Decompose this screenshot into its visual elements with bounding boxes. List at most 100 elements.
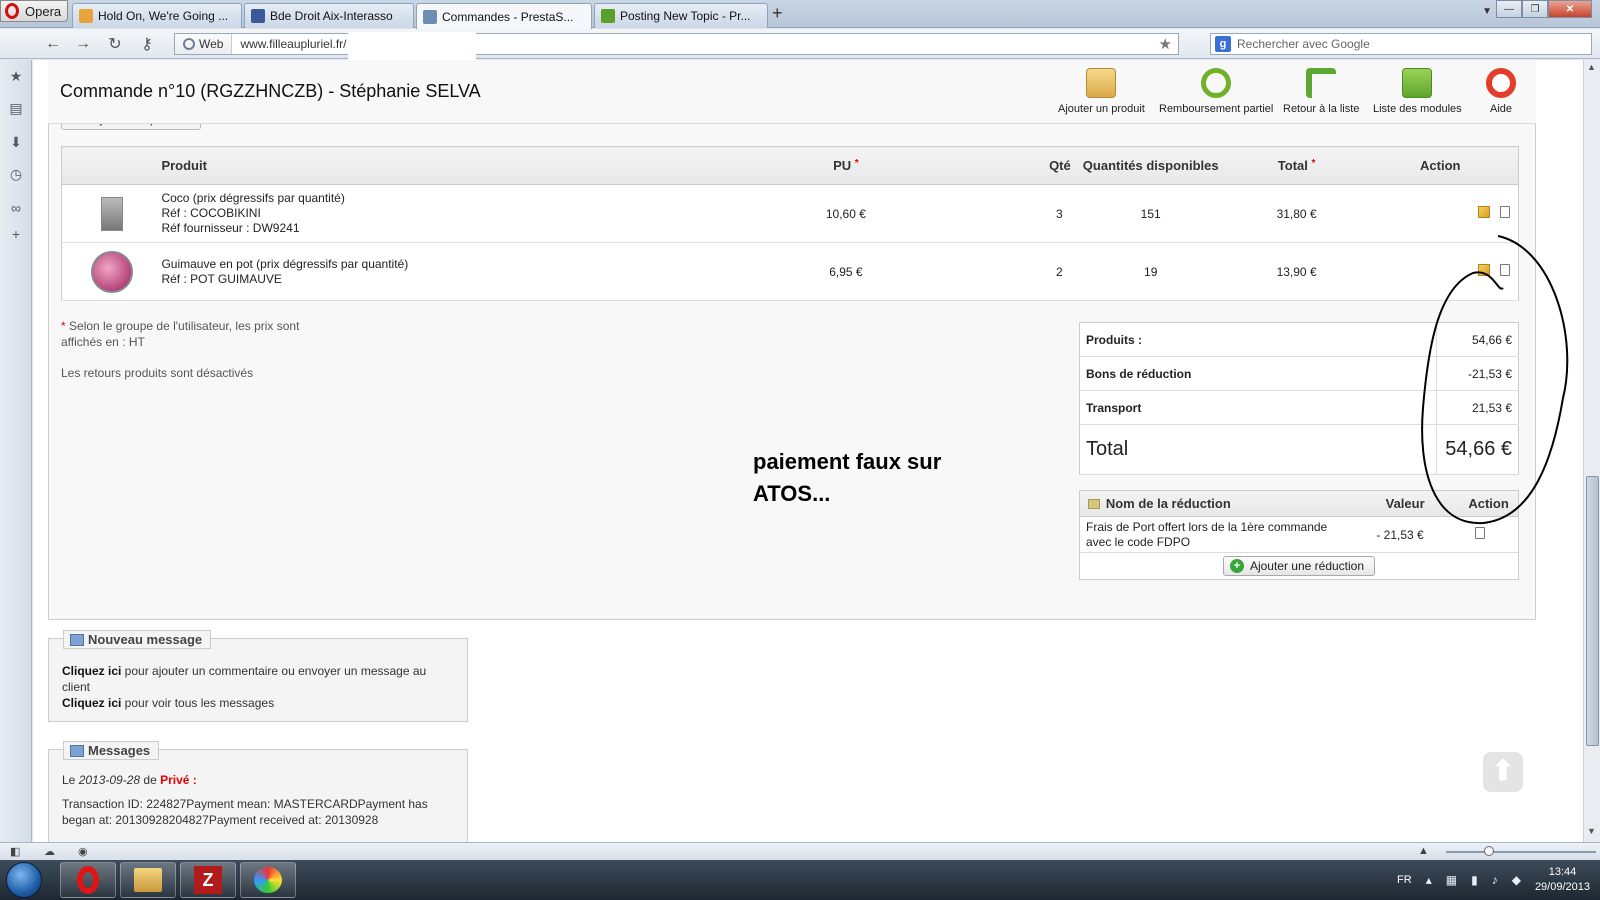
bookmark-star-icon[interactable]: ★: [1159, 35, 1172, 53]
address-toolbar: ← → ↻ ⚷ Web www.filleaupluriel.fr/ ★ g R…: [0, 29, 1600, 59]
page-scrollbar[interactable]: ▲ ▼: [1583, 60, 1600, 842]
scroll-up-icon[interactable]: ▲: [1587, 62, 1596, 72]
tab-label: Posting New Topic - Pr...: [620, 9, 751, 23]
browser-tab-2[interactable]: Bde Droit Aix-Interasso: [244, 3, 414, 28]
product-name: Guimauve en pot (prix dégressifs par qua…: [161, 256, 409, 271]
turbo-cloud-icon[interactable]: ☁: [44, 845, 55, 858]
forum-icon: [601, 9, 615, 23]
taskbar-opera[interactable]: [60, 862, 116, 898]
partial-refund-button[interactable]: Remboursement partiel: [1159, 68, 1273, 115]
product-thumbnail: [90, 250, 133, 293]
scroll-to-top-button[interactable]: ⬆: [1483, 752, 1523, 792]
web-page: Commande n°10 (RGZZHNCZB) - Stéphanie SE…: [33, 60, 1583, 842]
tag-icon: [1088, 498, 1100, 509]
taskbar-explorer[interactable]: [120, 862, 176, 898]
back-to-list-button[interactable]: Retour à la liste: [1283, 68, 1359, 115]
web-badge-label: Web: [199, 37, 224, 51]
language-indicator[interactable]: FR: [1397, 874, 1412, 886]
browser-tab-bar: Opera Hold On, We're Going ... Bde Droit…: [0, 0, 1600, 29]
browser-tab-3-active[interactable]: Commandes - PrestaS...: [416, 3, 592, 29]
product-stock: 151: [1070, 184, 1231, 243]
refund-arrow-icon: [1201, 68, 1232, 98]
col-produit: Produit: [161, 146, 761, 185]
paint-palette-icon: [254, 867, 282, 893]
product-unit-price: 6,95 €: [760, 242, 931, 301]
add-discount-button[interactable]: + Ajouter une réduction: [1222, 556, 1376, 576]
product-total: 13,90 €: [1230, 242, 1363, 301]
back-arrow-icon[interactable]: ←: [44, 35, 62, 53]
order-toolbar: Commande n°10 (RGZZHNCZB) - Stéphanie SE…: [48, 60, 1536, 124]
key-icon[interactable]: ⚷: [138, 35, 156, 53]
opera-icon: [77, 866, 99, 894]
speed-dial-icon[interactable]: ◉: [78, 845, 88, 858]
add-product-label: Ajouter un produit: [1058, 103, 1145, 115]
facebook-icon: [251, 9, 265, 23]
windows-taskbar: Z FR ▴ ▦ ▮ ♪ ◆ 13:44 29/09/2013: [0, 860, 1600, 900]
product-supplier-ref: Réf fournisseur : DW9241: [161, 221, 300, 235]
help-button[interactable]: Aide: [1486, 68, 1516, 115]
forward-arrow-icon[interactable]: →: [74, 35, 92, 53]
envelope-icon: [70, 745, 84, 757]
view-messages-link[interactable]: Cliquez ici: [62, 696, 121, 710]
window-controls: — ❐ ✕: [1496, 0, 1592, 18]
handwritten-circle-annotation: [1421, 235, 1569, 525]
product-total: 31,80 €: [1230, 184, 1363, 243]
handwritten-annotation: paiement faux sur ATOS...: [753, 449, 942, 506]
url-field[interactable]: Web www.filleaupluriel.fr/ ★: [174, 33, 1179, 55]
notes-icon[interactable]: ▤: [8, 100, 24, 116]
tab-list-chevron-icon[interactable]: ▼: [1482, 6, 1492, 17]
url-text[interactable]: www.filleaupluriel.fr/: [232, 37, 346, 51]
add-product-icon: [1086, 68, 1117, 98]
volume-icon[interactable]: ♪: [1492, 873, 1498, 887]
help-label: Aide: [1489, 103, 1513, 115]
product-quantity: 3: [930, 184, 1071, 243]
google-icon: g: [1215, 36, 1231, 52]
return-arrow-icon: [1306, 68, 1337, 98]
col-pu: PU *: [760, 146, 931, 185]
messages-legend: Messages: [63, 741, 160, 760]
opera-menu-button[interactable]: Opera: [0, 0, 68, 22]
zoom-slider[interactable]: [1446, 851, 1596, 853]
modules-list-button[interactable]: Liste des modules: [1373, 68, 1462, 115]
taskbar-paint[interactable]: [240, 862, 296, 898]
signal-icon[interactable]: ▮: [1471, 873, 1478, 887]
bookmarks-star-icon[interactable]: ★: [8, 68, 24, 84]
browser-tab-1[interactable]: Hold On, We're Going ...: [72, 3, 242, 28]
links-icon[interactable]: ∞: [8, 200, 24, 216]
tray-expand-icon[interactable]: ▴: [1426, 873, 1432, 887]
site-info-badge[interactable]: Web: [175, 34, 233, 54]
status-up-arrow-icon[interactable]: ▲: [1418, 845, 1429, 857]
downloads-icon[interactable]: ⬇: [8, 134, 24, 150]
add-comment-link[interactable]: Cliquez ici: [62, 664, 121, 678]
partial-refund-label: Remboursement partiel: [1159, 103, 1274, 115]
folder-icon: [134, 868, 162, 892]
search-field[interactable]: g Rechercher avec Google: [1210, 33, 1592, 55]
taskbar-filezilla[interactable]: Z: [180, 862, 236, 898]
history-clock-icon[interactable]: ◷: [8, 166, 24, 182]
order-products-table: Produit PU * Qté Quantités disponibles T…: [61, 146, 1519, 301]
new-message-box: Nouveau message Cliquez ici pour ajouter…: [48, 630, 468, 722]
reload-icon[interactable]: ↻: [106, 35, 124, 53]
tab-favicon-icon: [79, 9, 93, 23]
edit-pencil-icon[interactable]: [1478, 206, 1490, 218]
zoom-slider-knob[interactable]: [1484, 846, 1494, 856]
dropbox-icon[interactable]: ◆: [1512, 873, 1521, 887]
close-window-icon[interactable]: ✕: [1548, 0, 1592, 18]
taskbar-clock[interactable]: 13:44 29/09/2013: [1535, 865, 1590, 895]
add-panel-icon[interactable]: +: [8, 226, 24, 242]
network-icon[interactable]: ▦: [1446, 873, 1457, 887]
minimize-icon[interactable]: —: [1496, 0, 1522, 18]
maximize-icon[interactable]: ❐: [1522, 0, 1548, 18]
add-product-button[interactable]: Ajouter un produit: [1058, 68, 1145, 115]
tab-label: Commandes - PrestaS...: [442, 9, 574, 24]
browser-tab-4[interactable]: Posting New Topic - Pr...: [594, 3, 768, 28]
windows-start-icon[interactable]: [6, 862, 42, 898]
discount-name: Frais de Port offert lors de la 1ère com…: [1086, 519, 1328, 549]
scroll-down-icon[interactable]: ▼: [1587, 826, 1596, 836]
scrollbar-thumb[interactable]: [1586, 476, 1599, 746]
product-stock: 19: [1070, 242, 1231, 301]
delete-trash-icon[interactable]: [1500, 206, 1510, 218]
page-title: Commande n°10 (RGZZHNCZB) - Stéphanie SE…: [60, 81, 481, 101]
new-tab-button[interactable]: +: [772, 3, 783, 24]
panel-toggle-icon[interactable]: ◧: [10, 845, 20, 858]
